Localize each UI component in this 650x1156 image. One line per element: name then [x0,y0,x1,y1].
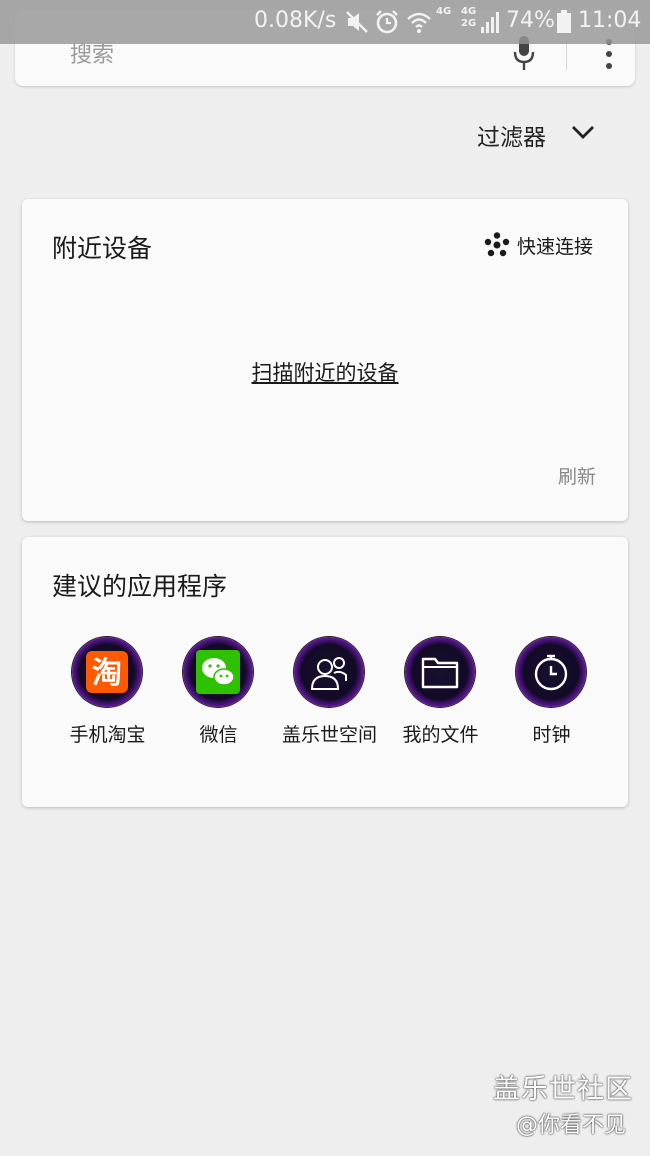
app-item-my-files[interactable]: 我的文件 [385,637,496,757]
network-type-b-bottom: 2G [461,18,477,29]
refresh-button[interactable]: 刷新 [558,462,596,489]
app-item-taobao[interactable]: 淘 手机淘宝 [52,637,163,757]
status-bar: 0.08K/s 4G 4G 2G 74% 11:04 [0,0,650,44]
wifi-icon [407,12,431,33]
network-type-b: 4G 2G [461,6,476,30]
suggested-apps-title: 建议的应用程序 [52,572,228,601]
mute-icon [346,11,368,33]
quick-connect-button[interactable]: 快速连接 [517,232,593,259]
signal-icon [481,12,499,33]
alarm-icon [376,10,398,34]
watermark-community: 盖乐世社区 [493,1074,633,1105]
clock-time: 11:04 [578,8,642,33]
suggested-apps-card: 建议的应用程序 淘 手机淘宝 微信 盖乐世空间 我的文件 时钟 [22,537,628,807]
nearby-devices-title: 附近设备 [52,234,153,263]
wechat-icon[interactable] [183,637,253,707]
battery-icon [557,10,571,33]
watermark-author: @你看不见 [516,1113,627,1138]
network-type-a: 4G [436,6,452,17]
svg-text:淘: 淘 [92,656,122,691]
folder-icon[interactable] [405,637,475,707]
scan-nearby-devices-link[interactable]: 扫描附近的设备 [22,357,628,387]
network-type-b-top: 4G [461,6,477,17]
app-label: 时钟 [532,724,571,746]
quick-connect-icon[interactable] [484,232,510,258]
nearby-devices-card: 附近设备 快速连接 扫描附近的设备 刷新 [22,199,628,521]
network-speed: 0.08K/s [254,8,337,33]
chevron-down-icon[interactable] [570,122,596,142]
app-item-clock[interactable]: 时钟 [496,637,607,757]
taobao-icon[interactable]: 淘 [72,637,142,707]
app-item-wechat[interactable]: 微信 [163,637,274,757]
filter-button[interactable]: 过滤器 [477,118,546,152]
app-item-galaxy-space[interactable]: 盖乐世空间 [274,637,385,757]
clock-icon[interactable] [516,637,586,707]
galaxy-space-icon[interactable] [294,637,364,707]
search-divider [566,40,567,70]
battery-percent: 74% [506,8,555,33]
apps-row: 淘 手机淘宝 微信 盖乐世空间 我的文件 时钟 [52,637,608,757]
